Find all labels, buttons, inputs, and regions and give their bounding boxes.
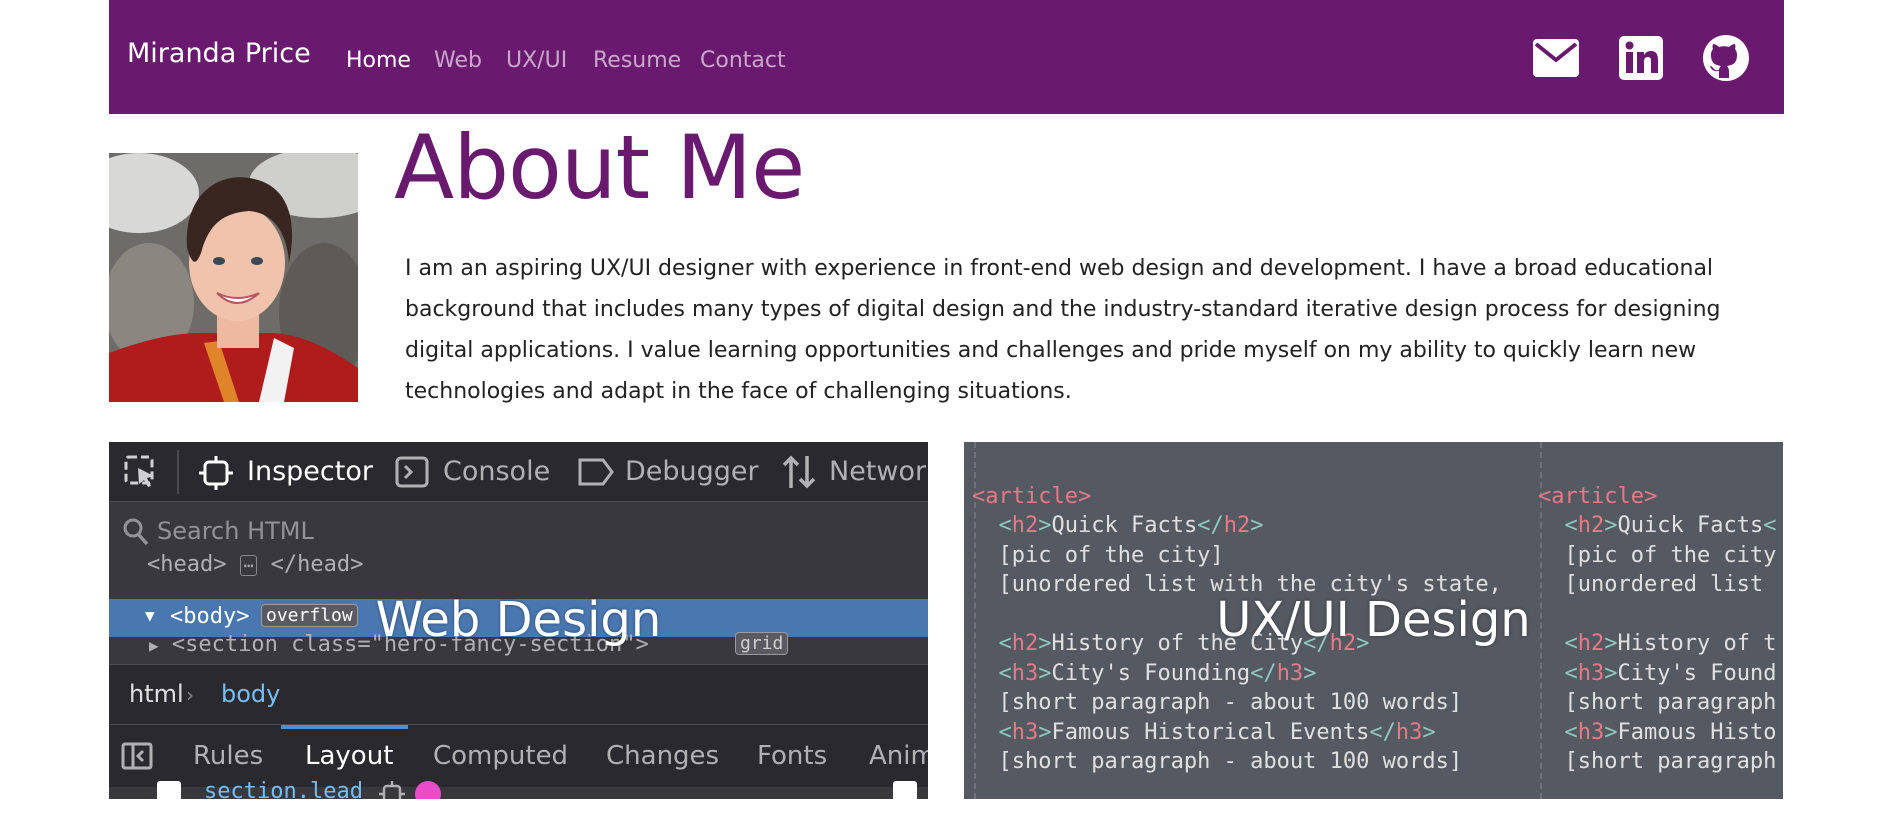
profile-photo xyxy=(109,153,358,402)
rules-row: section.lead xyxy=(109,779,928,799)
tab-inspector: Inspector xyxy=(247,456,373,487)
nav-link-uxui[interactable]: UX/UI xyxy=(506,48,567,73)
about-paragraph: I am an aspiring UX/UI designer with exp… xyxy=(405,256,1721,404)
page-title: About Me xyxy=(394,116,805,219)
chevron-right-icon: › xyxy=(186,683,194,707)
card-title: Web Design xyxy=(375,592,662,648)
subtab-animations: Anim xyxy=(869,741,928,771)
uxui-design-card[interactable]: <article> <h2>Quick Facts</h2> [pic of t… xyxy=(964,442,1783,799)
subtab-computed: Computed xyxy=(433,741,569,771)
linkedin-icon[interactable] xyxy=(1617,34,1665,82)
github-icon[interactable] xyxy=(1702,34,1750,82)
inspector-icon xyxy=(199,456,233,494)
nav-link-home[interactable]: Home xyxy=(346,48,411,73)
nav-link-contact[interactable]: Contact xyxy=(700,48,786,73)
tab-debugger: Debugger xyxy=(625,456,759,487)
tab-network: Network xyxy=(829,456,928,487)
search-placeholder: Search HTML xyxy=(157,517,314,545)
ellipsis-badge: ⋯ xyxy=(239,555,258,576)
checkbox xyxy=(157,781,181,799)
debugger-icon xyxy=(577,457,615,491)
tab-console: Console xyxy=(443,456,551,487)
subtab-changes: Changes xyxy=(606,741,720,771)
breadcrumb: html › body xyxy=(109,664,928,725)
devtools-toolbar: Inspector Console Debugger Network xyxy=(109,442,928,502)
search-icon xyxy=(123,518,149,552)
network-icon xyxy=(781,454,817,494)
subtab-layout: Layout xyxy=(305,741,394,771)
nav-link-web[interactable]: Web xyxy=(434,48,482,73)
pick-element-icon xyxy=(123,454,159,494)
tree-row-head: <head> ⋯ </head> xyxy=(147,552,364,577)
subtab-rules: Rules xyxy=(193,741,264,771)
rule-selector: section.lead xyxy=(204,779,363,799)
console-icon xyxy=(395,456,429,492)
mail-icon[interactable] xyxy=(1532,34,1580,82)
web-design-card[interactable]: Inspector Console Debugger Network Searc… xyxy=(109,442,928,799)
checkbox xyxy=(893,781,917,799)
brand-link[interactable]: Miranda Price xyxy=(127,38,311,69)
sidebar-toggle-icon xyxy=(121,742,153,774)
subtab-fonts: Fonts xyxy=(757,741,828,771)
navbar: Miranda Price Home Web UX/UI Resume Cont… xyxy=(109,0,1784,114)
selected-tab-indicator xyxy=(281,725,408,729)
grid-overlay-icon xyxy=(379,781,405,799)
nav-link-resume[interactable]: Resume xyxy=(593,48,681,73)
card-title: UX/UI Design xyxy=(1216,592,1531,648)
